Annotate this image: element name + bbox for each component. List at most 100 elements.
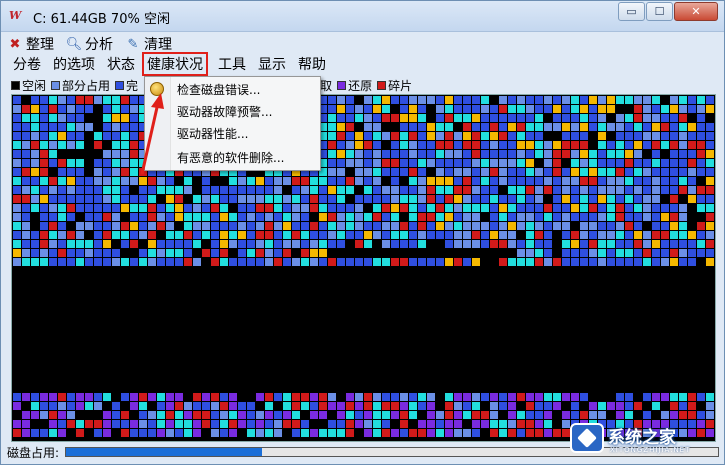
cluster-block [445,267,453,275]
cluster-block [22,204,30,212]
cluster-block [373,285,381,293]
menu-item-drive-performance[interactable]: 驱动器性能... [177,123,248,145]
cluster-block [418,213,426,221]
cluster-block [391,285,399,293]
analyze-button[interactable]: 🔍︎ 分析 [66,34,113,54]
cluster-block [409,150,417,158]
cluster-block [580,384,588,392]
cluster-block [499,384,507,392]
menu-item-check-disk[interactable]: 检查磁盘错误... [177,79,260,101]
cluster-block [157,294,165,302]
cluster-block [562,330,570,338]
cluster-block [148,267,156,275]
menu-tools[interactable]: 工具 [216,54,248,74]
cluster-block [535,330,543,338]
cluster-block [643,411,651,419]
cluster-block [625,114,633,122]
cluster-block [499,168,507,176]
menu-item-malware-removal[interactable]: 有恶意的软件删除... [177,147,284,169]
defrag-button[interactable]: ✖ 整理 [7,34,54,54]
cluster-block [508,222,516,230]
cluster-block [58,303,66,311]
cluster-block [598,357,606,365]
menu-view[interactable]: 显示 [256,54,288,74]
cluster-block [247,393,255,401]
menu-status[interactable]: 状态 [105,54,137,74]
cluster-block [571,141,579,149]
cluster-block [580,267,588,275]
cluster-block [40,132,48,140]
cluster-block [643,384,651,392]
cluster-block [121,393,129,401]
minimize-button[interactable]: ▭ [618,2,645,21]
cluster-block [517,105,525,113]
cluster-block [94,231,102,239]
cluster-block [481,159,489,167]
cluster-block [625,303,633,311]
cluster-block [634,357,642,365]
cluster-block [31,96,39,104]
cluster-block [436,366,444,374]
cluster-block [139,312,147,320]
cluster-block [391,249,399,257]
cluster-block [427,231,435,239]
cluster-block [436,132,444,140]
cluster-block [193,375,201,383]
cluster-block [373,393,381,401]
menu-item-drive-failure-warning[interactable]: 驱动器故障预警... [177,101,272,123]
cluster-block [274,222,282,230]
cluster-block [625,222,633,230]
cluster-block [688,204,696,212]
cluster-block [49,204,57,212]
cluster-block [247,411,255,419]
cluster-block [292,249,300,257]
cluster-block [409,123,417,131]
cluster-block [490,411,498,419]
cluster-block [121,285,129,293]
cluster-block [490,303,498,311]
cluster-block [328,204,336,212]
maximize-button[interactable]: ☐ [646,2,673,21]
cluster-block [112,357,120,365]
cluster-block [679,321,687,329]
cluster-block [40,177,48,185]
cluster-block [121,123,129,131]
cluster-block [652,330,660,338]
cluster-block [580,249,588,257]
cluster-block [670,366,678,374]
close-button[interactable]: ✕ [674,2,718,21]
cluster-block [220,330,228,338]
cluster-block [112,285,120,293]
cluster-block [67,168,75,176]
cluster-block [85,168,93,176]
cluster-block [499,366,507,374]
cluster-block [688,150,696,158]
cluster-block [400,114,408,122]
cluster-block [22,357,30,365]
cluster-block [445,177,453,185]
cluster-block [220,276,228,284]
cluster-block [49,105,57,113]
title-bar[interactable]: W C: 61.44GB 70% 空闲 ▭ ☐ ✕ [1,1,724,32]
cluster-block [112,114,120,122]
cluster-block [373,357,381,365]
cluster-block [310,348,318,356]
cluster-block [139,249,147,257]
cluster-block [445,384,453,392]
cluster-block [418,330,426,338]
menu-volume[interactable]: 分卷 [11,54,43,74]
cluster-block [202,357,210,365]
cluster-block [13,114,21,122]
cluster-block [481,213,489,221]
menu-help[interactable]: 帮助 [296,54,328,74]
cluster-block [76,375,84,383]
cluster-block [706,276,714,284]
cluster-block [319,204,327,212]
legend-item-restore: 还原 [337,77,372,94]
menu-options[interactable]: 的选项 [51,54,97,74]
cluster-block [184,429,192,437]
menu-health[interactable]: 健康状况 [142,52,208,76]
cluster-block [454,123,462,131]
cluster-block [346,429,354,437]
clean-button[interactable]: ✎ 清理 [125,34,172,54]
